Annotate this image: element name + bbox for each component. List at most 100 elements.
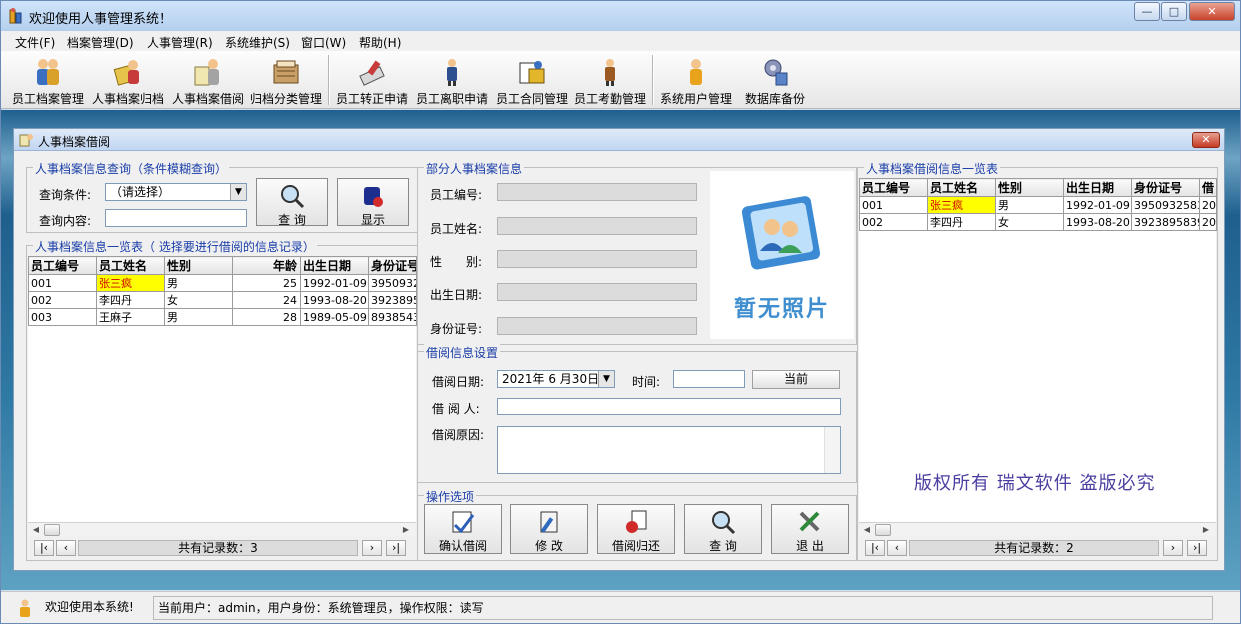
next-record-button[interactable]: › (1163, 540, 1183, 556)
toolbar-archive-file[interactable]: 人事档案归档 (89, 55, 167, 107)
scroll-left-icon[interactable]: ◀ (861, 524, 873, 536)
menu-archive[interactable]: 档案管理(D) (67, 34, 134, 51)
borrow-reason-label: 借阅原因: (432, 428, 485, 442)
first-record-button[interactable]: |‹ (865, 540, 885, 556)
left-hscrollbar[interactable]: ◀ ▶ (28, 522, 416, 536)
selected-cell[interactable]: 张三疯 (96, 274, 165, 292)
right-list-group: 人事档案借阅信息一览表 员工编号 员工姓名 性别 出生日期 身份证号 借 001… (857, 160, 1218, 561)
search-icon (712, 511, 736, 535)
table-row[interactable]: 002 李四丹 女 1993-08-20 3923895839 20 (859, 213, 1217, 231)
right-hscrollbar[interactable]: ◀ ▶ (859, 522, 1216, 536)
people-icon (37, 59, 59, 85)
borrower-input[interactable] (497, 398, 841, 415)
toolbar-archive-borrow[interactable]: 人事档案借阅 (169, 55, 247, 107)
show-button[interactable]: 显示 (337, 178, 409, 227)
child-window-title: 人事档案借阅 (38, 135, 111, 149)
photo-box: 暂无照片 (710, 171, 854, 339)
prev-record-button[interactable]: ‹ (56, 540, 76, 556)
toolbar: 员工档案管理 人事档案归档 人事档案借阅 归档分类管理 员工转正申请 员工离职申… (1, 51, 1240, 109)
archive-icon (113, 60, 139, 86)
table-row[interactable]: 003 王麻子 男 28 1989-05-09 89385439 (28, 308, 417, 326)
first-record-button[interactable]: |‹ (34, 540, 54, 556)
return-icon (626, 510, 647, 533)
toolbar-contract[interactable]: 员工合同管理 (493, 55, 571, 107)
category-icon (273, 60, 299, 84)
query-content-input[interactable] (105, 209, 247, 227)
user-icon (690, 59, 702, 85)
toolbar-employee-archive[interactable]: 员工档案管理 (9, 55, 87, 107)
borrow-date-picker[interactable]: 2021年 6 月30日 ▼ (497, 370, 615, 388)
main-window: 欢迎使用人事管理系统！ — □ ✕ 文件(F) 档案管理(D) 人事管理(R) … (0, 0, 1241, 624)
scroll-right-icon[interactable]: ▶ (1200, 524, 1212, 536)
borrow-icon (194, 59, 219, 86)
exit-button[interactable]: 退 出 (771, 504, 849, 554)
toolbar-separator (328, 55, 330, 105)
menu-system[interactable]: 系统维护(S) (225, 34, 290, 51)
resign-icon (447, 59, 457, 86)
promotion-icon (359, 60, 385, 86)
child-close-button[interactable]: ✕ (1192, 132, 1220, 148)
id-number-field (497, 317, 697, 335)
menu-personnel[interactable]: 人事管理(R) (147, 34, 213, 51)
query-condition-select[interactable]: （请选择） ▼ (105, 183, 247, 201)
last-record-button[interactable]: ›| (386, 540, 406, 556)
confirm-borrow-button[interactable]: 确认借阅 (424, 504, 502, 554)
toolbar-attendance[interactable]: 员工考勤管理 (571, 55, 649, 107)
ops-query-button[interactable]: 查 询 (684, 504, 762, 554)
chevron-down-icon: ▼ (598, 371, 614, 387)
table-row[interactable]: 002 李四丹 女 24 1993-08-20 39238958 (28, 291, 417, 309)
toolbar-db-backup[interactable]: 数据库备份 (737, 55, 813, 107)
scroll-left-icon[interactable]: ◀ (30, 524, 42, 536)
right-record-count: 共有记录数：2 (909, 540, 1159, 556)
left-grid-header: 员工编号 员工姓名 性别 年龄 出生日期 身份证号 (28, 256, 417, 275)
next-record-button[interactable]: › (362, 540, 382, 556)
field-label-id-number: 身份证号: (430, 322, 483, 336)
query-group: 人事档案信息查询（条件模糊查询） 查询条件: （请选择） ▼ 查询内容: 查 询… (26, 160, 418, 233)
status-bar: 欢迎使用本系统! 当前用户：admin，用户身份：系统管理员，操作权限：读写 (1, 591, 1240, 623)
window-title: 欢迎使用人事管理系统！ (29, 12, 173, 27)
close-button[interactable]: ✕ (1189, 2, 1235, 21)
scroll-right-icon[interactable]: ▶ (400, 524, 412, 536)
toolbar-category[interactable]: 归档分类管理 (247, 55, 325, 107)
status-user-info: 当前用户：admin，用户身份：系统管理员，操作权限：读写 (153, 596, 1213, 620)
return-button[interactable]: 借阅归还 (597, 504, 675, 554)
menu-file[interactable]: 文件(F) (15, 34, 55, 51)
scroll-thumb[interactable] (44, 524, 60, 536)
textarea-scrollbar[interactable] (824, 427, 840, 473)
borrow-date-label: 借阅日期: (432, 375, 485, 389)
query-condition-label: 查询条件: (39, 188, 92, 202)
maximize-button[interactable]: □ (1161, 2, 1187, 21)
prev-record-button[interactable]: ‹ (887, 540, 907, 556)
edit-button[interactable]: 修 改 (510, 504, 588, 554)
borrow-time-input[interactable] (673, 370, 745, 388)
current-time-button[interactable]: 当前 (752, 370, 840, 389)
right-nav-bar: |‹ ‹ 共有记录数：2 › ›| (859, 539, 1216, 557)
selected-cell[interactable]: 张三疯 (927, 196, 996, 214)
query-content-label: 查询内容: (39, 214, 92, 228)
menu-window[interactable]: 窗口(W) (301, 34, 346, 51)
display-icon (364, 187, 383, 207)
left-list-group: 人事档案信息一览表（ 选择要进行借阅的信息记录） 员工编号 员工姓名 性别 年龄… (26, 238, 418, 561)
borrow-window-icon (19, 134, 33, 147)
photo-placeholder-icon (741, 196, 821, 270)
query-button[interactable]: 查 询 (256, 178, 328, 227)
toolbar-system-user[interactable]: 系统用户管理 (657, 55, 735, 107)
contract-icon (519, 61, 545, 84)
right-grid-header: 员工编号 员工姓名 性别 出生日期 身份证号 借 (859, 178, 1217, 197)
operations-group: 操作选项 确认借阅 修 改 借阅归还 查 询 退 出 (417, 488, 857, 561)
toolbar-separator (652, 55, 654, 105)
table-row[interactable]: 001 张三疯 男 1992-01-09 3950932583 20 (859, 196, 1217, 214)
scroll-thumb[interactable] (875, 524, 891, 536)
borrow-settings-group: 借阅信息设置 借阅日期: 2021年 6 月30日 ▼ 时间: 当前 借 阅 人… (417, 344, 857, 483)
minimize-button[interactable]: — (1134, 2, 1160, 21)
left-grid: 员工编号 员工姓名 性别 年龄 出生日期 身份证号 001 张三疯 男 25 1… (28, 256, 417, 326)
borrow-reason-textarea[interactable] (497, 426, 841, 474)
field-label-birthdate: 出生日期: (430, 288, 483, 302)
menu-help[interactable]: 帮助(H) (359, 34, 401, 51)
table-row[interactable]: 001 张三疯 男 25 1992-01-09 39509325 (28, 274, 417, 292)
last-record-button[interactable]: ›| (1187, 540, 1207, 556)
toolbar-promotion[interactable]: 员工转正申请 (333, 55, 411, 107)
toolbar-resign[interactable]: 员工离职申请 (413, 55, 491, 107)
chevron-down-icon: ▼ (230, 184, 246, 200)
field-label-employee-id: 员工编号: (430, 188, 483, 202)
